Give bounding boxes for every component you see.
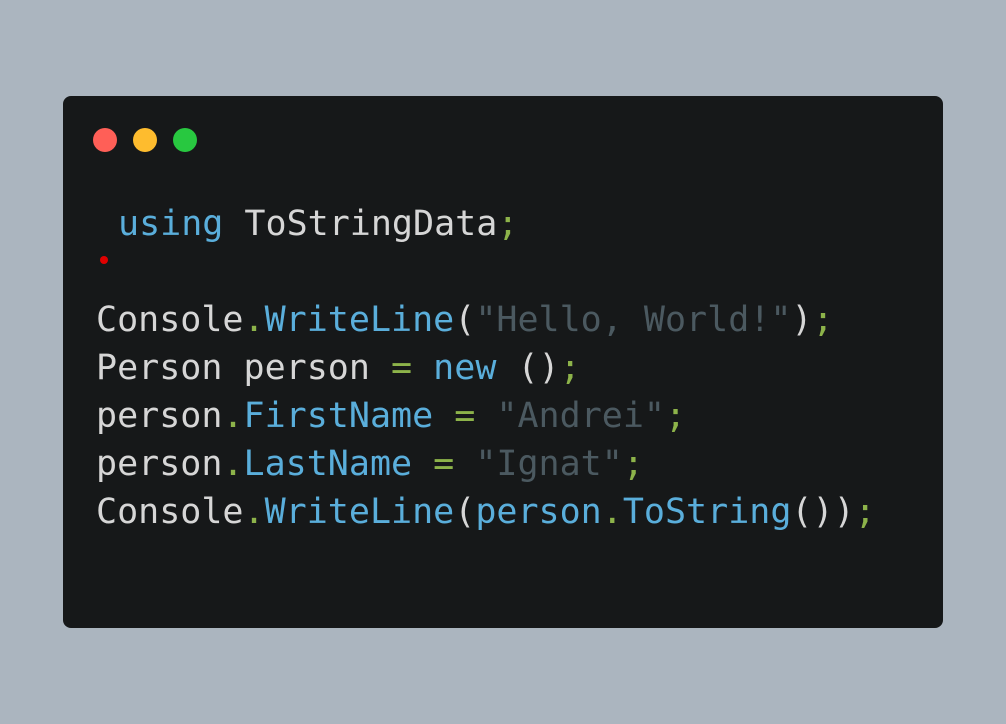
code-token-paren: ) [791, 300, 813, 340]
code-token-punct: ; [497, 204, 519, 244]
code-token-punct: . [222, 444, 244, 484]
code-block: using ToStringData; Console.WriteLine("He… [96, 200, 876, 536]
code-token-ident: person [96, 444, 223, 484]
code-token-ident: Person person [96, 348, 392, 388]
minimize-dot-icon[interactable] [133, 128, 157, 152]
code-token-punct: ; [812, 300, 834, 340]
code-line: Person person = new (); [96, 344, 876, 392]
code-token-punct: = [433, 444, 455, 484]
code-token-paren: ( [454, 300, 476, 340]
code-token-ident [433, 396, 454, 436]
code-token-punct: . [243, 300, 265, 340]
code-token-paren: () [496, 348, 560, 388]
code-token-kw: using [118, 204, 224, 244]
code-token-str: "Hello, World!" [475, 300, 792, 340]
code-token-member: LastName [243, 444, 413, 484]
code-token-member: FirstName [243, 396, 434, 436]
code-token-punct: ; [854, 492, 876, 532]
code-token-ident: Console [96, 492, 244, 532]
code-token-ident [454, 444, 475, 484]
code-line: person.LastName = "Ignat"; [96, 440, 876, 488]
code-token-punct: = [454, 396, 476, 436]
code-token-member: ToString [622, 492, 792, 532]
close-dot-icon[interactable] [93, 128, 117, 152]
code-token-ident: ToStringData [223, 204, 498, 244]
code-line: person.FirstName = "Andrei"; [96, 392, 876, 440]
code-token-punct: ; [622, 444, 644, 484]
code-token-kw: new [433, 348, 497, 388]
code-token-paren: ( [454, 492, 476, 532]
code-token-punct: . [601, 492, 623, 532]
code-token-ident [412, 444, 433, 484]
code-token-punct: . [243, 492, 265, 532]
code-token-str: "Andrei" [496, 396, 665, 436]
code-token-ident [475, 396, 496, 436]
code-line: Console.WriteLine(person.ToString()); [96, 488, 876, 536]
code-token-member: WriteLine [264, 300, 455, 340]
code-token-paren: ()) [791, 492, 855, 532]
code-token-ident [412, 348, 433, 388]
code-token-member: person [475, 492, 602, 532]
window-controls [93, 128, 197, 152]
code-token-str: "Ignat" [475, 444, 623, 484]
breakpoint-dot-icon[interactable] [100, 256, 108, 264]
code-token-ident: Console [96, 300, 244, 340]
code-token-punct: . [222, 396, 244, 436]
code-token-member: WriteLine [264, 492, 455, 532]
code-token-punct: ; [559, 348, 581, 388]
maximize-dot-icon[interactable] [173, 128, 197, 152]
code-window: using ToStringData; Console.WriteLine("He… [63, 96, 943, 628]
code-line: using ToStringData; [96, 200, 876, 264]
code-token-punct: ; [664, 396, 687, 436]
code-line: Console.WriteLine("Hello, World!"); [96, 296, 876, 344]
code-token-punct: = [391, 348, 413, 388]
code-token-ident: person [96, 396, 223, 436]
